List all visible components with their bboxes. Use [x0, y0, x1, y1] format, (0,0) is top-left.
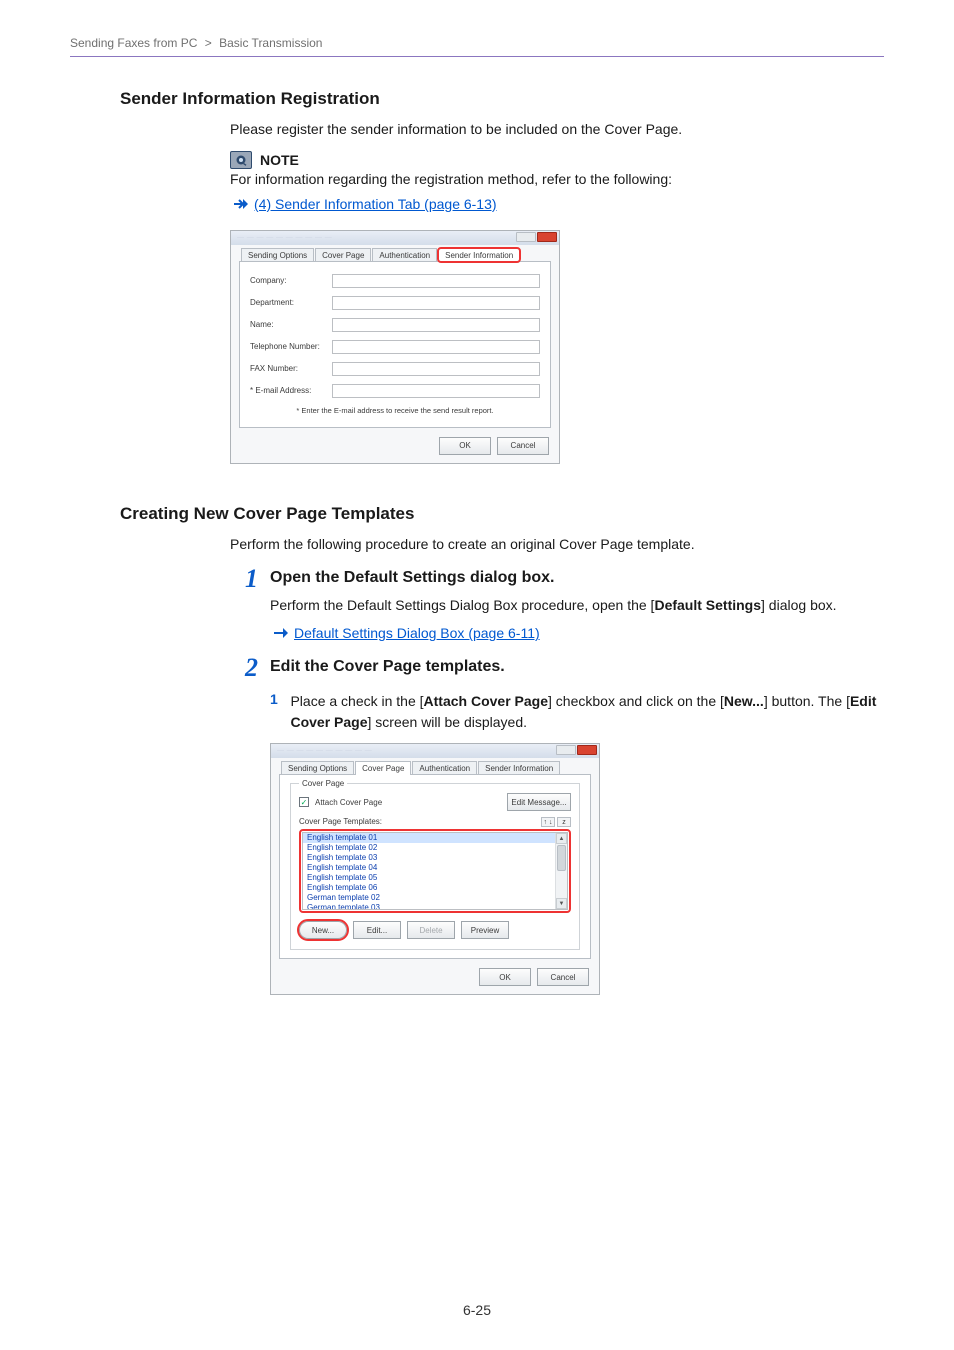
cancel-button[interactable]: Cancel — [497, 437, 549, 455]
dialog-title-obscured: — — — — — — — — — — — [277, 747, 372, 754]
dialog-cover-page: — — — — — — — — — — Sending Options Cove… — [270, 743, 600, 995]
window-help-button[interactable] — [556, 745, 576, 755]
note-text: For information regarding the registrati… — [230, 169, 884, 189]
step-2-title: Edit the Cover Page templates. — [270, 658, 884, 676]
tab-sender-information[interactable]: Sender Information — [478, 761, 560, 775]
dialog-sender-information: — — — — — — — — — — Sending Options Cove… — [230, 230, 560, 464]
template-list-highlight: English template 01 English template 02 … — [299, 829, 571, 913]
label-company: Company: — [250, 276, 332, 285]
list-item[interactable]: English template 06 — [303, 883, 567, 893]
list-item[interactable]: English template 04 — [303, 863, 567, 873]
label-cover-page-templates: Cover Page Templates: — [299, 817, 382, 827]
window-close-button[interactable] — [537, 232, 557, 242]
input-email[interactable] — [332, 384, 540, 398]
breadcrumb-path-1: Sending Faxes from PC — [70, 36, 197, 50]
label-name: Name: — [250, 320, 332, 329]
dialog-title-obscured: — — — — — — — — — — — [237, 234, 332, 241]
list-item[interactable]: German template 02 — [303, 893, 567, 903]
input-fax-number[interactable] — [332, 362, 540, 376]
tab-cover-page[interactable]: Cover Page — [355, 761, 411, 775]
tab-authentication[interactable]: Authentication — [372, 248, 437, 262]
link-arrow-icon — [274, 628, 288, 638]
list-item[interactable]: English template 02 — [303, 843, 567, 853]
sort-button-updown[interactable]: ↑ ↓ — [541, 817, 555, 827]
input-name[interactable] — [332, 318, 540, 332]
group-title-cover-page: Cover Page — [299, 779, 347, 788]
header-divider — [70, 56, 884, 57]
list-item[interactable]: English template 05 — [303, 873, 567, 883]
scroll-up-icon[interactable]: ▲ — [556, 833, 567, 844]
checkbox-attach-cover-page[interactable]: ✓ — [299, 797, 309, 807]
breadcrumb-sep: > — [201, 36, 216, 50]
step-1-title: Open the Default Settings dialog box. — [270, 569, 884, 587]
window-close-button[interactable] — [577, 745, 597, 755]
window-help-button[interactable] — [516, 232, 536, 242]
input-telephone[interactable] — [332, 340, 540, 354]
label-department: Department: — [250, 298, 332, 307]
link-arrow-icon — [234, 199, 248, 209]
label-attach-cover-page: Attach Cover Page — [315, 798, 382, 807]
list-item[interactable]: English template 01 — [303, 833, 567, 843]
label-email: * E-mail Address: — [250, 386, 332, 395]
scroll-down-icon[interactable]: ▼ — [556, 898, 567, 909]
dialog-titlebar: — — — — — — — — — — — [271, 744, 599, 758]
section-title-sender-info: Sender Information Registration — [120, 89, 884, 109]
ok-button[interactable]: OK — [479, 968, 531, 986]
list-item[interactable]: German template 03 — [303, 903, 567, 910]
label-fax-number: FAX Number: — [250, 364, 332, 373]
note-label: NOTE — [260, 152, 299, 168]
preview-template-button[interactable]: Preview — [461, 921, 509, 939]
list-item[interactable]: English template 03 — [303, 853, 567, 863]
note-box: NOTE For information regarding the regis… — [230, 151, 884, 211]
scroll-thumb[interactable] — [557, 845, 566, 871]
link-default-settings-dialog[interactable]: Default Settings Dialog Box (page 6-11) — [294, 625, 540, 641]
tab-sender-information[interactable]: Sender Information — [438, 248, 520, 262]
tab-sending-options[interactable]: Sending Options — [241, 248, 314, 262]
note-link-sender-info-tab[interactable]: (4) Sender Information Tab (page 6-13) — [254, 196, 497, 212]
step-2: 2 Edit the Cover Page templates. — [230, 655, 884, 681]
page-number: 6-25 — [0, 1302, 954, 1318]
cancel-button[interactable]: Cancel — [537, 968, 589, 986]
tab-authentication[interactable]: Authentication — [412, 761, 477, 775]
step-number-2: 2 — [230, 655, 258, 681]
section-intro-creating-templates: Perform the following procedure to creat… — [230, 534, 884, 554]
edit-message-button[interactable]: Edit Message... — [507, 793, 571, 811]
new-template-button[interactable]: New... — [299, 921, 347, 939]
substep-number-1: 1 — [270, 691, 286, 707]
breadcrumb-path-2: Basic Transmission — [219, 36, 322, 50]
ok-button[interactable]: OK — [439, 437, 491, 455]
email-hint: * Enter the E-mail address to receive th… — [250, 406, 540, 415]
note-icon — [230, 151, 252, 169]
step-number-1: 1 — [230, 566, 258, 592]
tab-cover-page[interactable]: Cover Page — [315, 248, 371, 262]
step-1-text: Perform the Default Settings Dialog Box … — [270, 595, 884, 615]
sort-button-az[interactable]: z — [557, 817, 571, 827]
tab-sending-options[interactable]: Sending Options — [281, 761, 354, 775]
edit-template-button[interactable]: Edit... — [353, 921, 401, 939]
delete-template-button[interactable]: Delete — [407, 921, 455, 939]
section-title-creating-templates: Creating New Cover Page Templates — [120, 504, 884, 524]
breadcrumb: Sending Faxes from PC > Basic Transmissi… — [70, 36, 884, 56]
template-listbox[interactable]: English template 01 English template 02 … — [302, 832, 568, 910]
substep-2-1: 1 Place a check in the [Attach Cover Pag… — [270, 691, 884, 733]
scrollbar[interactable]: ▲ ▼ — [555, 833, 567, 909]
input-company[interactable] — [332, 274, 540, 288]
section-intro-sender-info: Please register the sender information t… — [230, 119, 884, 139]
substep-1-text: Place a check in the [Attach Cover Page]… — [290, 691, 882, 733]
label-telephone: Telephone Number: — [250, 342, 332, 351]
step-1: 1 Open the Default Settings dialog box. … — [230, 566, 884, 641]
input-department[interactable] — [332, 296, 540, 310]
dialog-titlebar: — — — — — — — — — — — [231, 231, 559, 245]
